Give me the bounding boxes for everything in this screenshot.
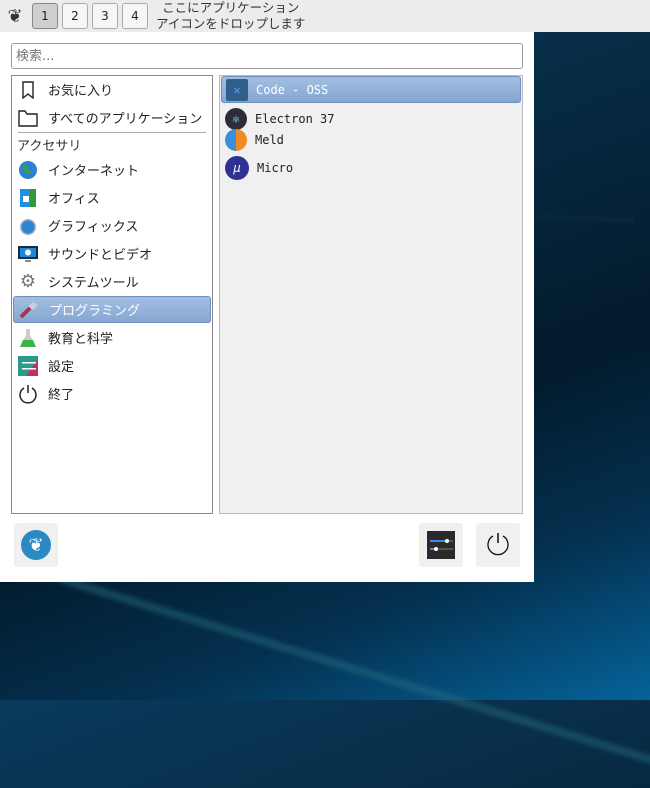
hammer-icon	[19, 300, 39, 320]
category-quit[interactable]: 終了	[13, 380, 211, 407]
power-icon	[487, 533, 509, 556]
separator	[18, 132, 206, 133]
category-office[interactable]: オフィス	[13, 184, 211, 211]
graphics-icon	[18, 216, 38, 236]
workspace-4-button[interactable]: 4	[122, 3, 148, 29]
office-icon	[18, 188, 38, 208]
category-internet[interactable]: インターネット	[13, 156, 211, 183]
flask-icon	[18, 328, 38, 348]
top-panel: ❦ 1 2 3 4 ここにアプリケーション アイコンをドロップします	[0, 0, 650, 32]
search-input[interactable]	[11, 43, 523, 69]
vscode-icon: ✕	[226, 78, 248, 101]
power-icon	[18, 384, 38, 404]
category-system-tools[interactable]: ⚙ システムツール	[13, 268, 211, 295]
category-label: すべてのアプリケーション	[48, 112, 203, 127]
app-code-oss[interactable]: ✕ Code - OSS	[221, 76, 521, 103]
app-label: Meld	[255, 132, 284, 147]
category-label: 教育と科学	[48, 332, 114, 347]
settings-button[interactable]	[419, 523, 463, 567]
drop-hint-line1: ここにアプリケーション	[162, 0, 300, 15]
category-graphics[interactable]: グラフィックス	[13, 212, 211, 239]
power-button[interactable]	[476, 523, 520, 567]
app-micro[interactable]: μ Micro	[221, 154, 521, 181]
app-label: Electron 37	[255, 111, 335, 126]
workspace-2-button[interactable]: 2	[62, 3, 88, 29]
monitor-play-icon	[18, 244, 38, 264]
category-education-science[interactable]: 教育と科学	[13, 324, 211, 351]
category-list[interactable]: お気に入り すべてのアプリケーション アクセサリ インターネット オフィス グラ…	[11, 75, 213, 514]
bookmark-icon	[18, 80, 38, 100]
workspace-1-button[interactable]: 1	[32, 3, 58, 29]
folder-icon	[18, 108, 38, 128]
app-label: Code - OSS	[256, 82, 329, 97]
globe-icon	[18, 160, 38, 180]
category-label: サウンドとビデオ	[48, 248, 153, 263]
app-menu-logo-icon[interactable]: ❦	[2, 3, 28, 29]
distro-logo-icon: ❦	[21, 530, 51, 560]
category-label: お気に入り	[48, 84, 114, 99]
category-label: システムツール	[48, 276, 139, 291]
category-label: 設定	[48, 360, 75, 375]
drop-hint-line2: アイコンをドロップします	[156, 16, 306, 31]
category-all-applications[interactable]: すべてのアプリケーション	[13, 104, 211, 131]
about-button[interactable]: ❦	[14, 523, 58, 567]
category-favorites[interactable]: お気に入り	[13, 76, 211, 103]
wallpaper-streak	[58, 575, 650, 788]
category-settings[interactable]: 設定	[13, 352, 211, 379]
category-label: 終了	[48, 388, 75, 403]
settings-icon	[18, 355, 38, 376]
application-list[interactable]: ✕ Code - OSS ⚛ Electron 37 Meld μ Micro	[219, 75, 523, 514]
app-label: Micro	[257, 160, 294, 175]
category-label: インターネット	[48, 164, 140, 179]
gear-icon: ⚙	[19, 271, 37, 292]
category-programming[interactable]: プログラミング	[13, 296, 211, 323]
workspace-3-button[interactable]: 3	[92, 3, 118, 29]
category-accessories[interactable]: アクセサリ	[17, 135, 81, 154]
category-label: プログラミング	[49, 304, 141, 319]
category-label: オフィス	[48, 192, 100, 207]
application-menu: お気に入り すべてのアプリケーション アクセサリ インターネット オフィス グラ…	[0, 32, 534, 582]
category-sound-video[interactable]: サウンドとビデオ	[13, 240, 211, 267]
meld-icon	[225, 128, 247, 151]
sliders-icon	[427, 531, 455, 559]
app-meld[interactable]: Meld	[221, 126, 521, 153]
launcher-drop-zone[interactable]: ここにアプリケーション アイコンをドロップします	[156, 0, 305, 32]
category-label: グラフィックス	[48, 220, 139, 235]
micro-icon: μ	[225, 155, 249, 180]
wallpaper-streak	[533, 212, 635, 224]
